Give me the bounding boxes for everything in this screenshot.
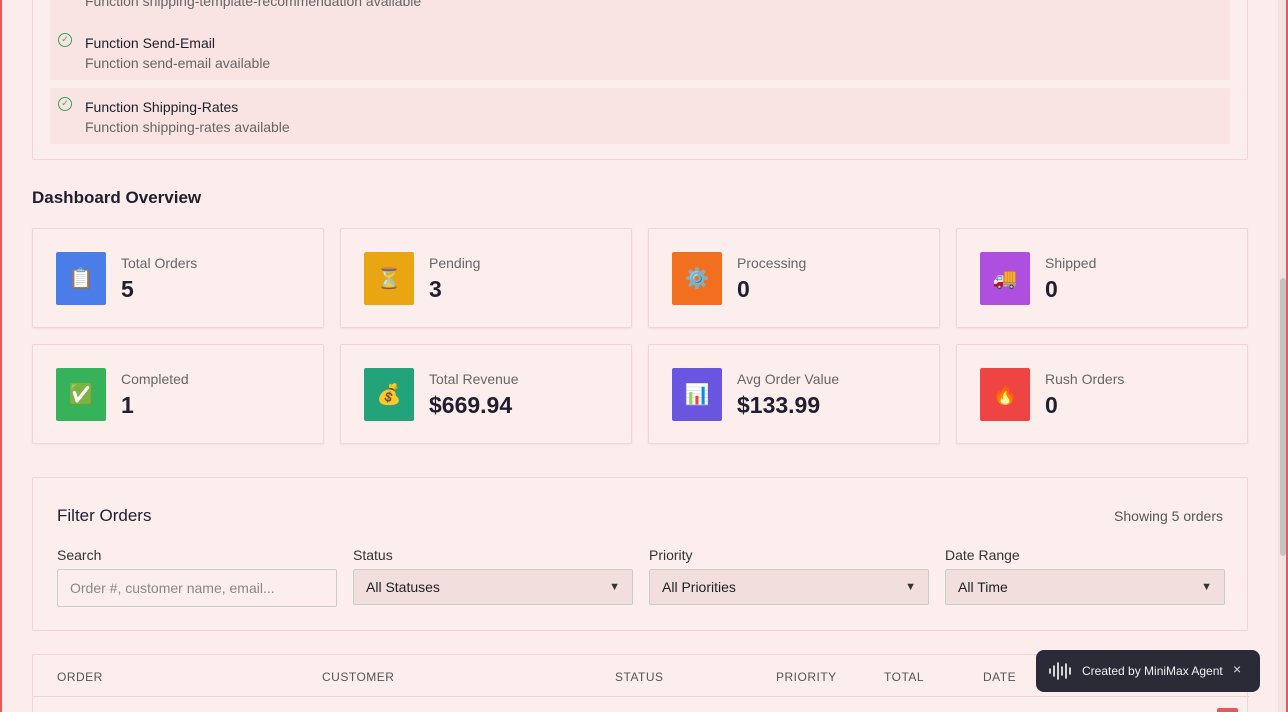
function-item: ✓ Function Send-Email Function send-emai… <box>50 24 1230 80</box>
stat-label: Processing <box>737 255 807 271</box>
scrollbar-thumb[interactable] <box>1280 278 1286 556</box>
priority-select[interactable]: All Priorities ▼ <box>649 569 929 605</box>
waveform-icon <box>1049 662 1071 680</box>
money-bag-icon: 💰 <box>364 368 414 421</box>
page-border-left <box>0 0 2 712</box>
column-header-status[interactable]: STATUS <box>615 670 664 684</box>
row-action-badge[interactable] <box>1217 708 1238 712</box>
search-input[interactable] <box>57 569 337 607</box>
order-count: Showing 5 orders <box>1114 508 1223 524</box>
stat-value: $669.94 <box>429 392 513 418</box>
gear-icon: ⚙️ <box>672 252 722 305</box>
clipboard-icon: 📋 <box>56 252 106 305</box>
stat-label: Avg Order Value <box>737 371 840 387</box>
stat-label: Shipped <box>1045 255 1097 271</box>
date-range-label: Date Range <box>945 547 1020 563</box>
stat-card: 🚚 Shipped 0 <box>956 228 1248 328</box>
stat-label: Total Revenue <box>429 371 519 387</box>
column-header-total[interactable]: TOTAL <box>884 670 924 684</box>
bar-chart-icon: 📊 <box>672 368 722 421</box>
fire-icon: 🔥 <box>980 368 1030 421</box>
column-header-customer[interactable]: CUSTOMER <box>322 670 394 684</box>
status-label: Status <box>353 547 393 563</box>
function-item: ✓ Function Shipping-Rates Function shipp… <box>50 88 1230 144</box>
column-header-date[interactable]: DATE <box>983 670 1016 684</box>
column-header-priority[interactable]: PRIORITY <box>776 670 837 684</box>
date-range-select[interactable]: All Time ▼ <box>945 569 1225 605</box>
column-header-order[interactable]: ORDER <box>57 670 103 684</box>
stat-value: 0 <box>737 276 750 302</box>
priority-label: Priority <box>649 547 693 563</box>
status-select[interactable]: All Statuses ▼ <box>353 569 633 605</box>
chevron-down-icon: ▼ <box>1201 581 1212 593</box>
stat-card: ⏳ Pending 3 <box>340 228 632 328</box>
stat-value: $133.99 <box>737 392 821 418</box>
check-circle-icon: ✓ <box>58 33 72 47</box>
date-range-select-value: All Time <box>958 579 1008 595</box>
stat-card: 📊 Avg Order Value $133.99 <box>648 344 940 444</box>
status-select-value: All Statuses <box>366 579 440 595</box>
stat-value: 1 <box>121 392 134 418</box>
stat-label: Rush Orders <box>1045 371 1125 387</box>
filter-title: Filter Orders <box>57 506 152 525</box>
chevron-down-icon: ▼ <box>609 581 620 593</box>
stat-card: 📋 Total Orders 5 <box>32 228 324 328</box>
stat-value: 5 <box>121 276 134 302</box>
stat-value: 3 <box>429 276 442 302</box>
function-title: Function Shipping-Rates <box>85 99 239 115</box>
toast-label: Created by MiniMax Agent <box>1082 664 1223 678</box>
truck-icon: 🚚 <box>980 252 1030 305</box>
minimax-toast: Created by MiniMax Agent × <box>1036 650 1260 692</box>
function-desc: Function send-email available <box>85 55 271 71</box>
close-icon[interactable]: × <box>1233 661 1241 677</box>
stat-label: Completed <box>121 371 189 387</box>
check-circle-icon: ✓ <box>58 97 72 111</box>
stat-card: ✅ Completed 1 <box>32 344 324 444</box>
stat-card: 🔥 Rush Orders 0 <box>956 344 1248 444</box>
search-label: Search <box>57 547 102 563</box>
function-desc: Function shipping-template-recommendatio… <box>85 0 422 9</box>
stat-label: Total Orders <box>121 255 198 271</box>
function-title: Function Send-Email <box>85 35 215 51</box>
stat-value: 0 <box>1045 276 1058 302</box>
stat-card: 💰 Total Revenue $669.94 <box>340 344 632 444</box>
hourglass-icon: ⏳ <box>364 252 414 305</box>
stat-label: Pending <box>429 255 481 271</box>
checkmark-icon: ✅ <box>56 368 106 421</box>
filter-card: Filter Orders Showing 5 orders Search St… <box>32 477 1248 631</box>
stat-card: ⚙️ Processing 0 <box>648 228 940 328</box>
stat-value: 0 <box>1045 392 1058 418</box>
dashboard-title: Dashboard Overview <box>32 188 202 207</box>
function-desc: Function shipping-rates available <box>85 119 290 135</box>
chevron-down-icon: ▼ <box>905 581 916 593</box>
priority-select-value: All Priorities <box>662 579 736 595</box>
